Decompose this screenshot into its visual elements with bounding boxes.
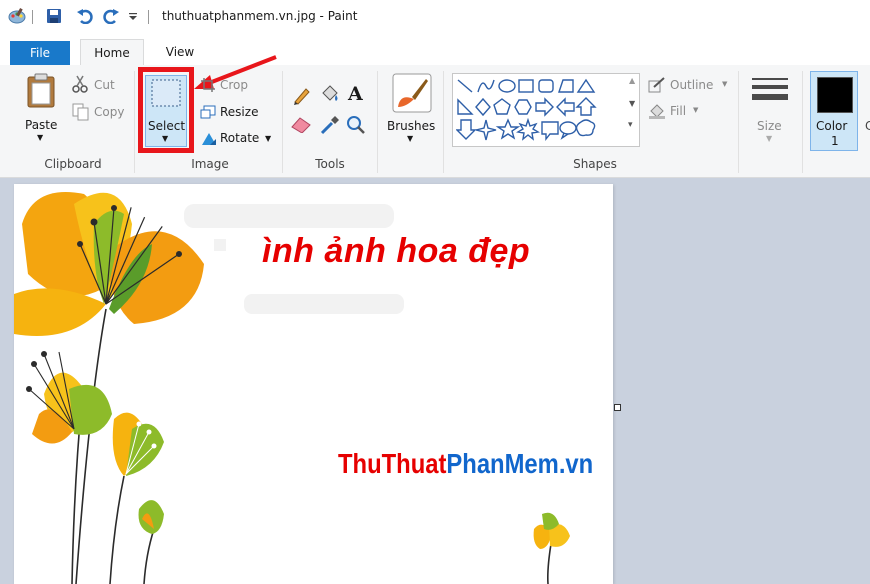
tools-group-label: Tools (315, 157, 345, 171)
separator (802, 71, 803, 173)
canvas-resize-handle[interactable] (614, 404, 621, 411)
cut-label[interactable]: Cut (94, 78, 115, 92)
undo-icon[interactable] (76, 8, 94, 24)
outline-icon[interactable] (648, 77, 666, 93)
color-1-swatch[interactable] (817, 77, 853, 113)
shapes-scroll-up-icon[interactable]: ▲ (629, 76, 635, 85)
fill-bucket-icon[interactable] (319, 83, 341, 105)
separator (738, 71, 739, 173)
color-1-label[interactable]: Color (816, 119, 847, 133)
paste-dropdown-icon[interactable]: ▼ (37, 133, 43, 142)
rotate-icon[interactable] (200, 130, 218, 146)
separator (134, 71, 135, 173)
select-label[interactable]: Select (148, 119, 185, 133)
copy-icon[interactable] (72, 103, 90, 121)
rotate-dropdown-icon[interactable]: ▼ (265, 134, 271, 143)
size-dropdown-icon[interactable]: ▼ (766, 134, 772, 143)
brushes-dropdown-icon[interactable]: ▼ (407, 134, 413, 143)
color-picker-icon[interactable] (320, 115, 340, 135)
size-label[interactable]: Size (757, 119, 782, 133)
tab-file[interactable]: File (10, 41, 70, 65)
paste-label[interactable]: Paste (25, 118, 57, 132)
paste-icon[interactable] (26, 73, 58, 109)
select-icon[interactable] (151, 79, 181, 107)
crop-label[interactable]: Crop (220, 78, 248, 92)
size-icon[interactable] (752, 77, 788, 109)
title-separator (32, 10, 33, 24)
resize-label[interactable]: Resize (220, 105, 258, 119)
window-title: thuthuatphanmem.vn.jpg - Paint (162, 9, 358, 23)
crop-icon[interactable] (200, 77, 216, 93)
eraser-icon[interactable] (290, 115, 312, 133)
text-tool-icon[interactable]: A (348, 83, 363, 105)
watermark-part-3: .vn (558, 448, 594, 479)
cut-icon[interactable] (72, 75, 88, 93)
fill-label[interactable]: Fill (670, 104, 686, 118)
outline-dropdown-icon[interactable]: ▼ (722, 80, 727, 88)
brushes-label[interactable]: Brushes (387, 119, 435, 133)
brushes-icon[interactable] (392, 73, 432, 113)
rotate-label[interactable]: Rotate (220, 131, 259, 145)
image-canvas[interactable]: ình ảnh hoa đẹp (14, 184, 613, 584)
shapes-gallery-icons[interactable] (456, 76, 628, 142)
resize-icon[interactable] (200, 105, 216, 119)
title-separator-2 (148, 10, 149, 24)
image-heading-text: ình ảnh hoa đẹp (262, 232, 531, 270)
shapes-more-icon[interactable]: ▾ (628, 120, 633, 130)
paint-app-icon[interactable] (8, 8, 26, 24)
pencil-icon[interactable] (292, 85, 312, 105)
customize-quick-access-icon[interactable] (128, 12, 138, 22)
separator (282, 71, 283, 173)
ribbon: Paste ▼ Cut Copy Clipboard Select ▼ Crop… (0, 55, 870, 178)
ribbon-tabs: File Home View (0, 34, 870, 66)
watermark-part-2: PhanMem (446, 448, 559, 479)
save-icon[interactable] (46, 8, 62, 24)
shapes-scroll-down-icon[interactable]: ▼ (629, 99, 635, 108)
tab-home[interactable]: Home (80, 39, 144, 66)
shapes-group-label: Shapes (573, 157, 617, 171)
image-group-label: Image (191, 157, 229, 171)
outline-label[interactable]: Outline (670, 78, 713, 92)
fill-icon[interactable] (648, 103, 666, 119)
copy-label[interactable]: Copy (94, 105, 124, 119)
title-bar: thuthuatphanmem.vn.jpg - Paint (0, 0, 870, 34)
magnifier-icon[interactable] (346, 115, 366, 135)
watermark-text: ThuThuatPhanMem.vn (338, 448, 593, 480)
separator (443, 71, 444, 173)
color-2-partial[interactable]: C (865, 119, 870, 133)
fill-dropdown-icon[interactable]: ▼ (693, 106, 698, 114)
select-dropdown-icon[interactable]: ▼ (162, 134, 168, 143)
clipboard-group-label: Clipboard (44, 157, 102, 171)
redo-icon[interactable] (102, 8, 120, 24)
watermark-part-1: ThuThuat (338, 448, 447, 479)
color-1-number[interactable]: 1 (831, 134, 839, 148)
separator (377, 71, 378, 173)
